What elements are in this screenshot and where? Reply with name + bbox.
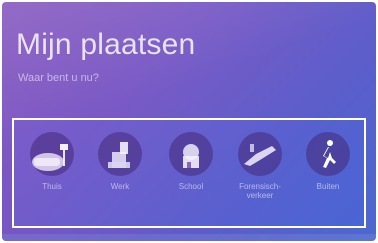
place-school[interactable]: School <box>159 132 223 191</box>
place-label: Thuis <box>42 182 62 191</box>
bottom-divider <box>2 234 376 241</box>
my-places-widget: Mijn plaatsen Waar bent u nu? Thuis Werk… <box>2 2 376 241</box>
home-icon <box>30 132 74 176</box>
place-home[interactable]: Thuis <box>20 132 84 191</box>
place-label: Forensisch-verkeer <box>239 182 281 200</box>
place-label: Buiten <box>316 182 340 191</box>
place-label: School <box>178 182 204 191</box>
place-work[interactable]: Werk <box>88 132 152 191</box>
place-outside[interactable]: Buiten <box>296 132 360 191</box>
work-icon <box>98 132 142 176</box>
place-label: Werk <box>110 182 130 191</box>
places-selector[interactable]: Thuis Werk School Forensisch-verkeer Bui… <box>12 118 366 228</box>
walking-icon <box>306 132 350 176</box>
place-commute[interactable]: Forensisch-verkeer <box>228 132 292 200</box>
page-subtitle: Waar bent u nu? <box>18 72 99 84</box>
school-icon <box>169 132 213 176</box>
page-title: Mijn plaatsen <box>16 28 196 61</box>
commute-icon <box>238 132 282 176</box>
